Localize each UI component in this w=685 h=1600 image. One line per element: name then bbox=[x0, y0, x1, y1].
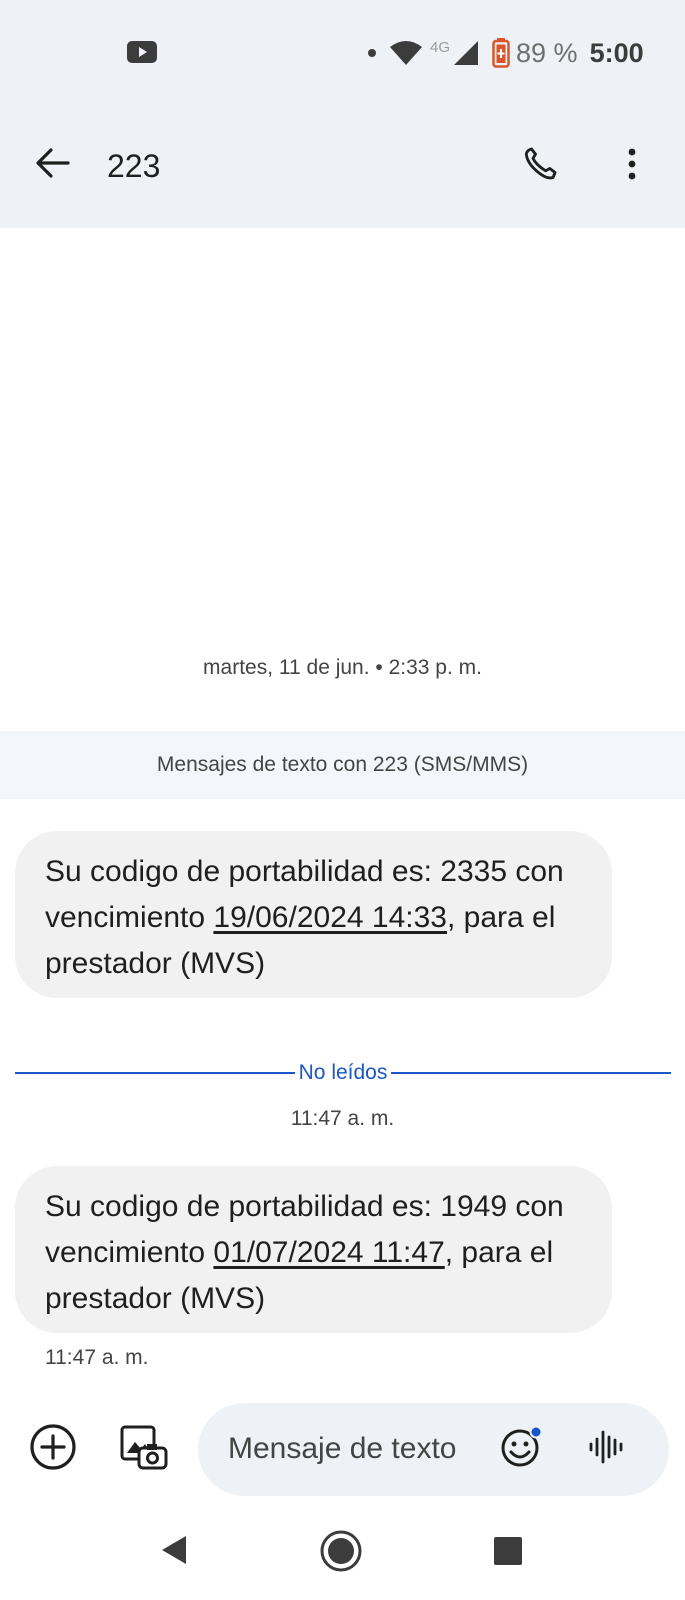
voice-icon bbox=[588, 1428, 626, 1471]
gallery-icon bbox=[119, 1422, 169, 1477]
back-button[interactable] bbox=[30, 142, 76, 188]
more-vert-icon bbox=[627, 148, 637, 185]
sms-banner-text: Mensajes de texto con 223 (SMS/MMS) bbox=[156, 753, 529, 776]
voice-button[interactable] bbox=[583, 1425, 631, 1473]
add-attachment-button[interactable] bbox=[27, 1423, 79, 1475]
call-button[interactable] bbox=[516, 142, 564, 190]
emoji-icon bbox=[499, 1424, 545, 1475]
message-input[interactable] bbox=[228, 1425, 488, 1473]
message-bubble[interactable]: Su codigo de portabilidad es: 2335 con v… bbox=[15, 831, 612, 998]
unread-divider-line bbox=[15, 1072, 295, 1074]
nav-back-button[interactable] bbox=[154, 1532, 194, 1572]
more-options-button[interactable] bbox=[610, 142, 654, 190]
unread-timestamp: 11:47 a. m. bbox=[290, 1107, 395, 1130]
battery-percent: 89 % bbox=[516, 37, 578, 68]
message-timestamp: 11:47 a. m. bbox=[45, 1346, 149, 1369]
message-bubble[interactable]: Su codigo de portabilidad es: 1949 con v… bbox=[15, 1166, 612, 1333]
phone-icon bbox=[521, 145, 559, 188]
network-type: 4G bbox=[430, 38, 451, 56]
conversation-title: 223 bbox=[107, 148, 161, 184]
nav-back-icon bbox=[160, 1534, 188, 1571]
top-header-background bbox=[0, 0, 685, 228]
wifi-icon bbox=[390, 41, 422, 65]
add-circle-icon bbox=[29, 1423, 77, 1476]
status-clock: 5:00 bbox=[589, 37, 644, 68]
unread-label: No leídos bbox=[298, 1061, 388, 1084]
message-composer bbox=[198, 1403, 669, 1496]
sms-banner: Mensajes de texto con 223 (SMS/MMS) bbox=[0, 731, 685, 799]
signal-icon bbox=[454, 41, 479, 65]
back-arrow-icon bbox=[36, 147, 70, 183]
nav-home-icon bbox=[319, 1529, 363, 1578]
gallery-button[interactable] bbox=[117, 1422, 171, 1476]
nav-recents-icon bbox=[493, 1536, 523, 1571]
unread-divider-line bbox=[391, 1072, 671, 1074]
battery-icon bbox=[492, 38, 510, 68]
emoji-button[interactable] bbox=[498, 1425, 546, 1473]
nav-recents-button[interactable] bbox=[491, 1536, 525, 1570]
unread-divider: No leídos bbox=[15, 1059, 671, 1087]
status-bar: 4G 89 % 5:00 bbox=[368, 36, 644, 70]
nav-home-button[interactable] bbox=[319, 1529, 363, 1578]
date-separator: martes, 11 de jun. • 2:33 p. m. bbox=[203, 656, 482, 679]
message-date-link[interactable]: 19/06/2024 14:33 bbox=[213, 901, 447, 934]
notification-dot-icon bbox=[368, 49, 376, 57]
youtube-icon bbox=[127, 41, 157, 63]
message-date-link[interactable]: 01/07/2024 11:47 bbox=[213, 1236, 444, 1269]
